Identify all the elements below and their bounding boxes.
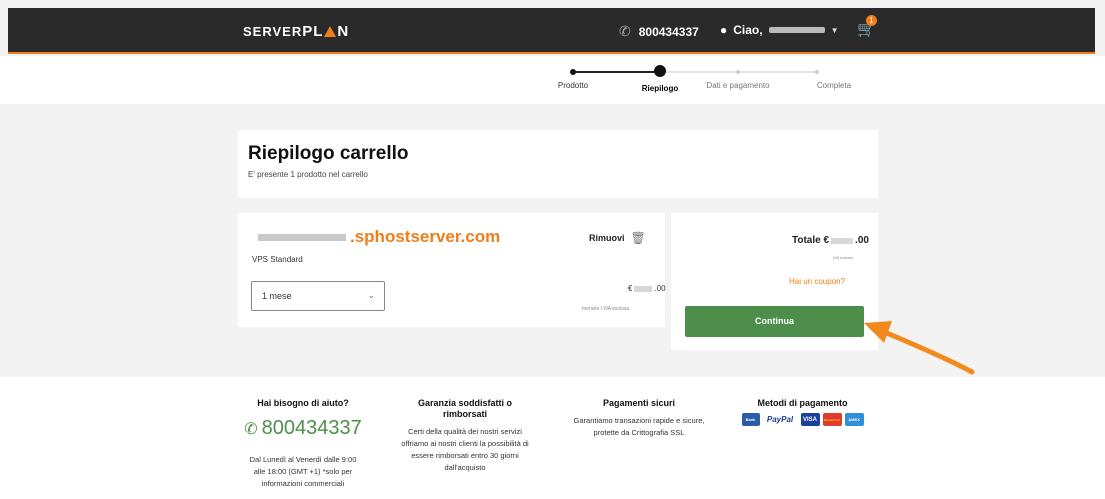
cart-count-text: E' presente 1 prodotto nel carrello — [248, 170, 368, 179]
help-phone-number: 800434337 — [261, 417, 362, 439]
step-dot-prodotto — [570, 69, 576, 75]
step-label-riepilogo: Riepilogo — [641, 84, 679, 93]
header-phone[interactable]: ✆ 800434337 — [619, 23, 699, 40]
chevron-down-icon: ⌄ — [367, 290, 375, 300]
annotation-arrow-icon — [864, 321, 975, 375]
billing-period-value: 1 mese — [262, 291, 292, 301]
user-menu[interactable]: ● Ciao, ▼ — [720, 23, 839, 37]
step-dot-completa — [815, 70, 819, 74]
redacted-username — [768, 27, 825, 33]
checkout-steps: Prodotto Riepilogo Dati e pagamento Comp… — [0, 56, 1105, 104]
remove-item-button[interactable]: Rimuovi 🗑 — [589, 231, 646, 245]
help-title: Hai bisogno di aiuto? — [257, 398, 349, 408]
continue-button[interactable]: Continua — [685, 306, 864, 337]
trash-icon: 🗑 — [630, 231, 646, 245]
methods-title: Metodi di pagamento — [757, 398, 848, 408]
payment-logos: Bank PayPal VISA MasterCard AMEX — [735, 413, 870, 426]
serverplan-logo[interactable]: SERVERPL N — [243, 23, 349, 40]
price-decimals: .00 — [654, 284, 666, 293]
phone-icon: ✆ — [244, 420, 258, 438]
cart-button[interactable]: 🛒 1 — [857, 15, 877, 38]
price-note: mensile / IVA esclusa — [582, 306, 630, 312]
item-price: € .00 — [628, 284, 666, 293]
secure-title: Pagamenti sicuri — [602, 398, 676, 408]
redacted-price — [634, 285, 653, 292]
cart-count-badge: 1 — [866, 15, 877, 26]
phone-icon: ✆ — [619, 23, 631, 39]
footer-payment-methods: Metodi di pagamento Bank PayPal VISA Mas… — [735, 398, 870, 426]
guarantee-title: Garanzia soddisfatti o rimborsati — [417, 398, 513, 419]
price-currency: € — [628, 284, 633, 293]
footer-guarantee: Garanzia soddisfatti o rimborsati Certi … — [400, 398, 530, 474]
step-label-prodotto[interactable]: Prodotto — [558, 81, 588, 90]
redacted-total — [831, 237, 854, 244]
total-amount: Totale € .00 — [792, 235, 869, 246]
logo-text-left: SERVER — [243, 24, 303, 39]
step-dot-riepilogo — [654, 65, 666, 77]
total-decimals: .00 — [855, 235, 869, 246]
logo-triangle-icon — [324, 26, 337, 37]
item-domain: .sphostserver.com — [258, 227, 500, 247]
totals-card: Totale € .00 IVA Inclusa Hai un coupon? … — [671, 213, 878, 350]
vat-note: IVA Inclusa — [833, 255, 853, 260]
page-title: Riepilogo carrello — [248, 143, 409, 164]
total-label: Totale € — [792, 235, 830, 246]
step-dot-dati — [736, 70, 740, 74]
step-progress-line — [573, 71, 660, 73]
user-icon: ● — [720, 23, 728, 37]
logo-text-end: N — [337, 23, 350, 40]
paypal-logo: PayPal — [766, 415, 794, 424]
user-greeting: Ciao, — [733, 23, 763, 37]
cart-item-card: .sphostserver.com VPS Standard 1 mese ⌄ … — [238, 213, 666, 327]
footer-secure-payments: Pagamenti sicuri Garantiamo transazioni … — [564, 398, 714, 439]
help-phone[interactable]: ✆ 800434337 — [243, 417, 363, 440]
amex-logo: AMEX — [844, 413, 864, 426]
summary-card: Riepilogo carrello E' presente 1 prodott… — [238, 130, 878, 198]
secure-text: Garantiamo transazioni rapide e sicure, … — [573, 416, 705, 437]
step-label-dati-pagamento: Dati e pagamento — [706, 81, 770, 90]
redacted-domain-prefix — [258, 233, 346, 241]
footer: Hai bisogno di aiuto? ✆ 800434337 Dal Lu… — [0, 377, 1105, 499]
billing-period-select[interactable]: 1 mese ⌄ — [251, 281, 385, 311]
header-phone-number: 800434337 — [638, 24, 699, 39]
domain-suffix: .sphostserver.com — [350, 227, 501, 246]
chevron-down-icon: ▼ — [830, 25, 839, 35]
top-navbar: SERVERPL N ✆ 800434337 ● Ciao, ▼ 🛒 1 — [8, 8, 1095, 54]
remove-label: Rimuovi — [589, 233, 625, 243]
visa-logo: VISA — [800, 413, 820, 426]
mastercard-logo: MasterCard — [822, 413, 842, 426]
logo-text-right: PL — [302, 23, 324, 40]
step-label-completa: Completa — [816, 81, 852, 90]
guarantee-text: Certi della qualità dei nostri servizi o… — [401, 427, 529, 472]
footer-help: Hai bisogno di aiuto? ✆ 800434337 Dal Lu… — [243, 398, 363, 490]
bank-transfer-logo: Bank — [741, 413, 760, 426]
help-hours: Dal Lunedì al Venerdì dalle 9:00 alle 18… — [249, 455, 357, 488]
product-name: VPS Standard — [252, 255, 303, 264]
coupon-link[interactable]: Hai un coupon? — [789, 277, 845, 286]
